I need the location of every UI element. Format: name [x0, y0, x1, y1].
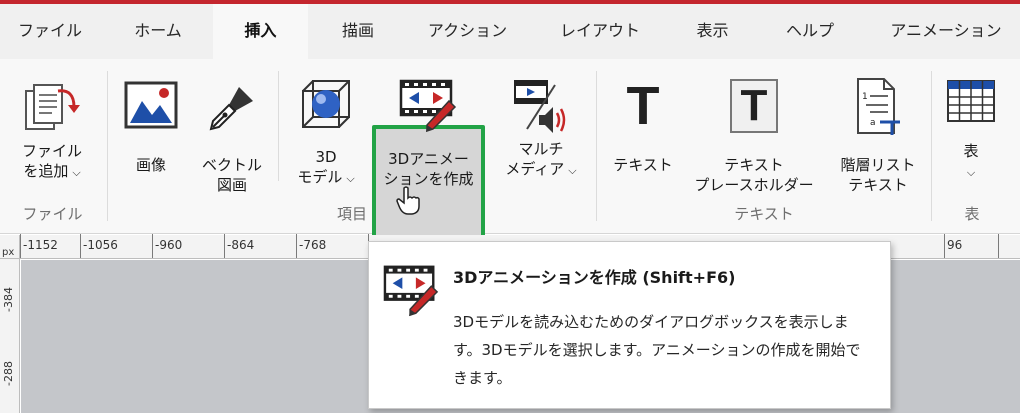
ruler-label: -960	[155, 238, 183, 252]
chevron-down-icon: ⌵	[966, 166, 976, 179]
tab-home[interactable]: ホーム	[108, 4, 208, 59]
3d-model-text: 3D モデル	[297, 148, 343, 186]
group-text-label: テキスト	[734, 205, 794, 223]
image-button[interactable]: 画像	[118, 67, 184, 195]
ruler-label: -1152	[23, 238, 58, 252]
group-file-label: ファイル	[22, 205, 83, 223]
group-items-label: 項目	[336, 205, 367, 223]
multimedia-button[interactable]: マルチ メディア ⌵	[498, 67, 584, 195]
svg-text:1: 1	[862, 92, 868, 102]
list-text-button[interactable]: 1 a 階層リスト テキスト	[830, 67, 926, 195]
ruler-unit-text: px	[2, 247, 15, 258]
3d-model-label: 3D モデル ⌵	[290, 147, 362, 189]
add-file-button[interactable]: ファイル を追加 ⌵	[2, 67, 102, 195]
tab-action[interactable]: アクション	[415, 4, 520, 59]
tooltip-description: 3Dモデルを読み込むためのダイアログボックスを表示します。3Dモデルを選択します…	[453, 313, 861, 387]
chevron-down-icon: ⌵	[568, 164, 577, 177]
group-divider	[596, 71, 597, 221]
tab-insert[interactable]: 挿入	[213, 4, 308, 59]
ribbon-insert: ファイル を追加 ⌵ ファイル 画像 ベクトル 図画 3D モデル ⌵ 3Dアニ…	[0, 59, 1020, 257]
ruler-tick	[998, 234, 999, 258]
group-divider	[931, 71, 932, 221]
tooltip: 3Dアニメーションを作成 (Shift+F6) 3Dモデルを読み込むためのダイア…	[368, 241, 891, 409]
tab-animation[interactable]: アニメーション	[880, 4, 1012, 59]
hand-cursor-icon	[396, 186, 422, 220]
film-pencil-icon	[383, 262, 441, 322]
add-file-icon	[22, 81, 82, 140]
table-button[interactable]: 表 ⌵	[936, 67, 1006, 195]
group-divider	[107, 71, 108, 221]
text-placeholder-icon: T	[730, 79, 778, 133]
tab-file[interactable]: ファイル	[0, 4, 100, 59]
list-text-icon: 1 a	[854, 77, 902, 140]
table-label: 表	[963, 142, 979, 160]
ruler-label: -1056	[83, 238, 118, 252]
text-label: テキスト	[613, 156, 673, 174]
ruler-label: -384	[2, 287, 15, 312]
tab-draw[interactable]: 描画	[318, 4, 398, 59]
film-pencil-icon	[399, 77, 459, 138]
chevron-down-icon: ⌵	[72, 166, 81, 179]
ruler-unit: px	[0, 235, 20, 259]
list-text-label: 階層リスト テキスト	[840, 156, 916, 194]
create-3d-animation-label: 3Dアニメー ションを作成	[383, 150, 474, 188]
ruler-label: -768	[299, 238, 327, 252]
table-grid-icon	[946, 79, 996, 128]
ruler-label: -864	[227, 238, 255, 252]
image-icon	[124, 81, 178, 136]
vector-drawing-label: ベクトル 図画	[201, 156, 262, 194]
pen-nib-icon	[205, 81, 259, 140]
vector-drawing-button[interactable]: ベクトル 図画	[196, 67, 268, 195]
text-t-icon: T	[626, 76, 660, 136]
ribbon-tab-bar: ファイル ホーム 挿入 描画 アクション レイアウト 表示 ヘルプ アニメーショ…	[0, 4, 1020, 59]
group-table-label: 表	[964, 205, 980, 223]
add-file-label: ファイル を追加 ⌵	[2, 141, 102, 183]
vertical-ruler: -384 -288	[0, 259, 20, 413]
ruler-label: -288	[2, 361, 15, 386]
group-divider	[278, 71, 279, 181]
text-placeholder-label: テキスト プレースホルダー	[694, 156, 814, 194]
chevron-down-icon: ⌵	[346, 172, 355, 185]
tab-help[interactable]: ヘルプ	[770, 4, 850, 59]
text-button[interactable]: T テキスト	[605, 67, 681, 195]
multimedia-label: マルチ メディア ⌵	[498, 139, 584, 181]
3d-model-button[interactable]: 3D モデル ⌵	[290, 67, 362, 195]
ruler-label: 96	[947, 238, 963, 252]
tab-view[interactable]: 表示	[680, 4, 745, 59]
svg-text:a: a	[870, 118, 876, 128]
film-speaker-icon	[513, 79, 569, 140]
3d-cube-sphere-icon	[297, 77, 355, 140]
create-3d-animation-button[interactable]: 3Dアニメー ションを作成	[376, 67, 481, 195]
text-placeholder-button[interactable]: T テキスト プレースホルダー	[690, 67, 818, 195]
multimedia-text: マルチ メディア	[505, 140, 565, 178]
tooltip-title: 3Dアニメーションを作成 (Shift+F6)	[453, 268, 736, 287]
image-label: 画像	[135, 156, 166, 174]
tab-layout[interactable]: レイアウト	[545, 4, 655, 59]
